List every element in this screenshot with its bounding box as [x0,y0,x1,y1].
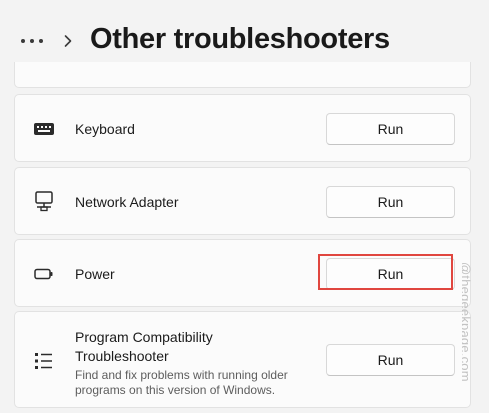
troubleshooter-label: Keyboard [75,121,135,137]
troubleshooter-card-previous [14,62,471,88]
network-adapter-run-button[interactable]: Run [326,186,455,218]
network-adapter-icon [33,190,55,212]
troubleshooter-card-network-adapter: Network Adapter Run [14,167,471,235]
troubleshooter-card-keyboard: Keyboard Run [14,94,471,162]
list-icon [33,350,55,372]
troubleshooter-card-program-compatibility: Program Compatibility Troubleshooter Fin… [14,311,471,408]
chevron-right-icon [60,32,76,50]
keyboard-icon [33,118,55,140]
page-title: Other troubleshooters [90,23,390,55]
more-options-button[interactable] [14,28,50,54]
highlight-box [318,254,453,290]
troubleshooter-label: Network Adapter [75,194,179,210]
keyboard-run-button[interactable]: Run [326,113,455,145]
troubleshooter-description: Find and fix problems with running older… [75,368,288,397]
troubleshooter-label: Power [75,266,115,282]
program-compatibility-run-button[interactable]: Run [326,344,455,376]
watermark: @thegeekpage.com [462,262,484,408]
battery-icon [33,263,55,285]
troubleshooter-label: Program Compatibility Troubleshooter [75,329,213,364]
more-horizontal-icon [21,39,43,43]
watermark-text: @thegeekpage.com [462,262,473,382]
